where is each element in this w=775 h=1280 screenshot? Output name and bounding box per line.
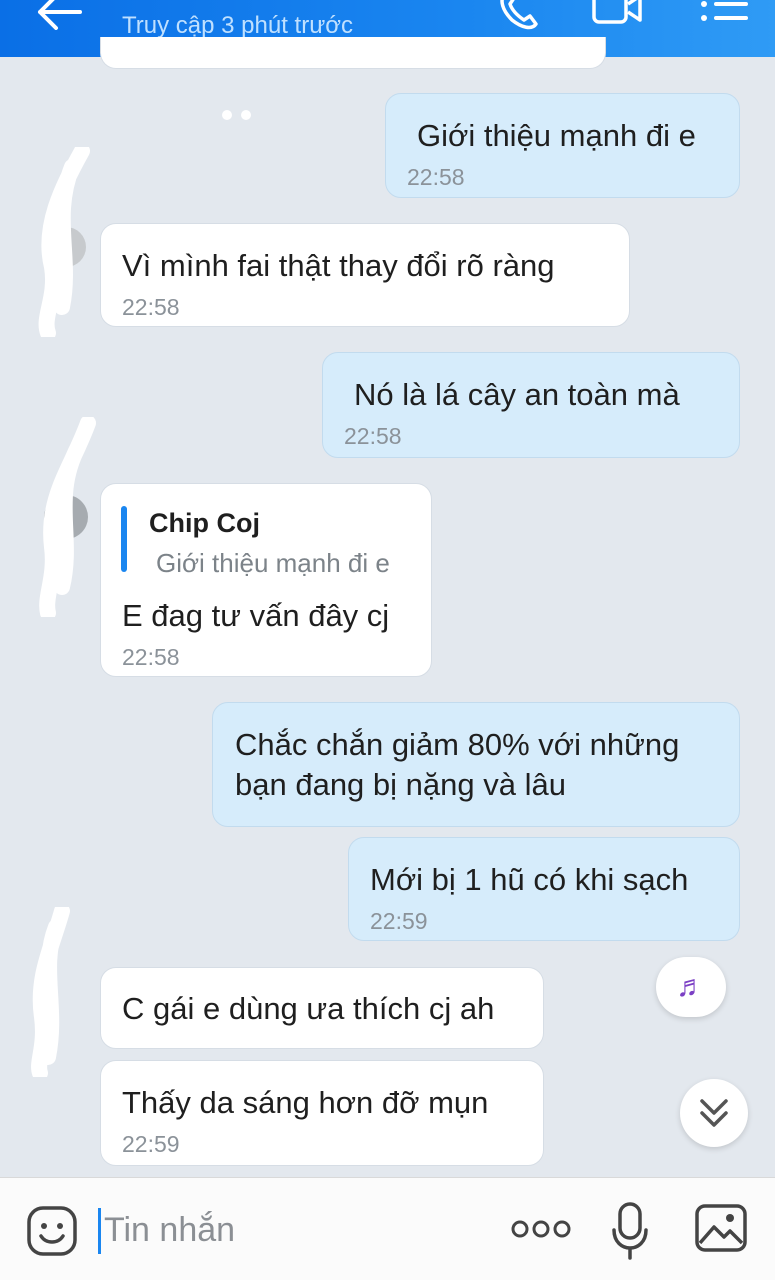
message-time: 22:58 — [122, 644, 180, 670]
message-time: 22:58 — [122, 294, 180, 320]
incoming-message[interactable]: Chip Coj Giới thiệu mạnh đi e E đag tư v… — [100, 483, 432, 677]
video-call-icon[interactable] — [590, 0, 642, 26]
message-text: Mới bị 1 hũ có khi sạch — [370, 862, 689, 897]
emoji-icon[interactable] — [26, 1205, 78, 1257]
outgoing-message[interactable]: Chắc chắn giảm 80% với những bạn đang bị… — [212, 702, 740, 827]
outgoing-message[interactable]: Mới bị 1 hũ có khi sạch 22:59 — [348, 837, 740, 941]
more-icon[interactable] — [510, 1214, 572, 1244]
message-time: 22:59 — [370, 908, 428, 934]
message-time: 22:58 — [344, 423, 402, 449]
message-text-line: bạn đang bị nặng và lâu — [235, 767, 566, 802]
message-text-line: Chắc chắn giảm 80% với những — [235, 727, 680, 762]
avatar — [39, 417, 96, 617]
message-list[interactable]: Giới thiệu mạnh đi e 22:58 Vì mình fai t… — [0, 37, 775, 1177]
quote-text: Giới thiệu mạnh đi e — [156, 548, 390, 578]
outgoing-message[interactable]: Nó là lá cây an toàn mà 22:58 — [322, 352, 740, 458]
message-time: 22:59 — [122, 1131, 180, 1157]
quote-author: Chip Coj — [149, 508, 260, 538]
message-text: C gái e dùng ưa thích cj ah — [122, 991, 495, 1026]
message-input-bar — [0, 1177, 775, 1280]
typing-indicator — [241, 110, 251, 120]
outgoing-message[interactable]: Giới thiệu mạnh đi e 22:58 — [385, 93, 740, 198]
microphone-icon[interactable] — [610, 1202, 650, 1260]
message-time: 22:58 — [407, 164, 465, 190]
incoming-message[interactable]: C gái e dùng ưa thích cj ah — [100, 967, 544, 1049]
message-text: Vì mình fai thật thay đổi rõ ràng — [122, 248, 555, 283]
message-text: E đag tư vấn đây cj — [122, 598, 390, 633]
typing-indicator — [222, 110, 232, 120]
message-text: Nó là lá cây an toàn mà — [354, 377, 680, 412]
message-text: Thấy da sáng hơn đỡ mụn — [122, 1085, 489, 1120]
text-cursor — [98, 1208, 101, 1254]
incoming-message[interactable]: Vì mình fai thật thay đổi rõ ràng 22:58 — [100, 223, 630, 327]
quote-bar — [121, 506, 127, 572]
menu-icon[interactable] — [698, 0, 750, 24]
music-note-button[interactable]: ♬ — [656, 957, 726, 1017]
phone-icon[interactable] — [496, 0, 542, 30]
previous-message-bubble — [100, 37, 606, 69]
last-seen-status: Truy cập 3 phút trước — [122, 12, 353, 39]
avatar — [31, 907, 70, 1077]
message-input[interactable] — [104, 1206, 464, 1254]
incoming-message[interactable]: Thấy da sáng hơn đỡ mụn 22:59 — [100, 1060, 544, 1166]
message-text: Giới thiệu mạnh đi e — [417, 118, 696, 153]
avatar — [38, 147, 90, 337]
scroll-to-bottom-button[interactable] — [680, 1079, 748, 1147]
double-chevron-down-icon — [700, 1099, 728, 1127]
music-note-icon: ♬ — [676, 970, 706, 1003]
image-icon[interactable] — [694, 1203, 748, 1253]
back-arrow-icon[interactable] — [36, 0, 86, 30]
